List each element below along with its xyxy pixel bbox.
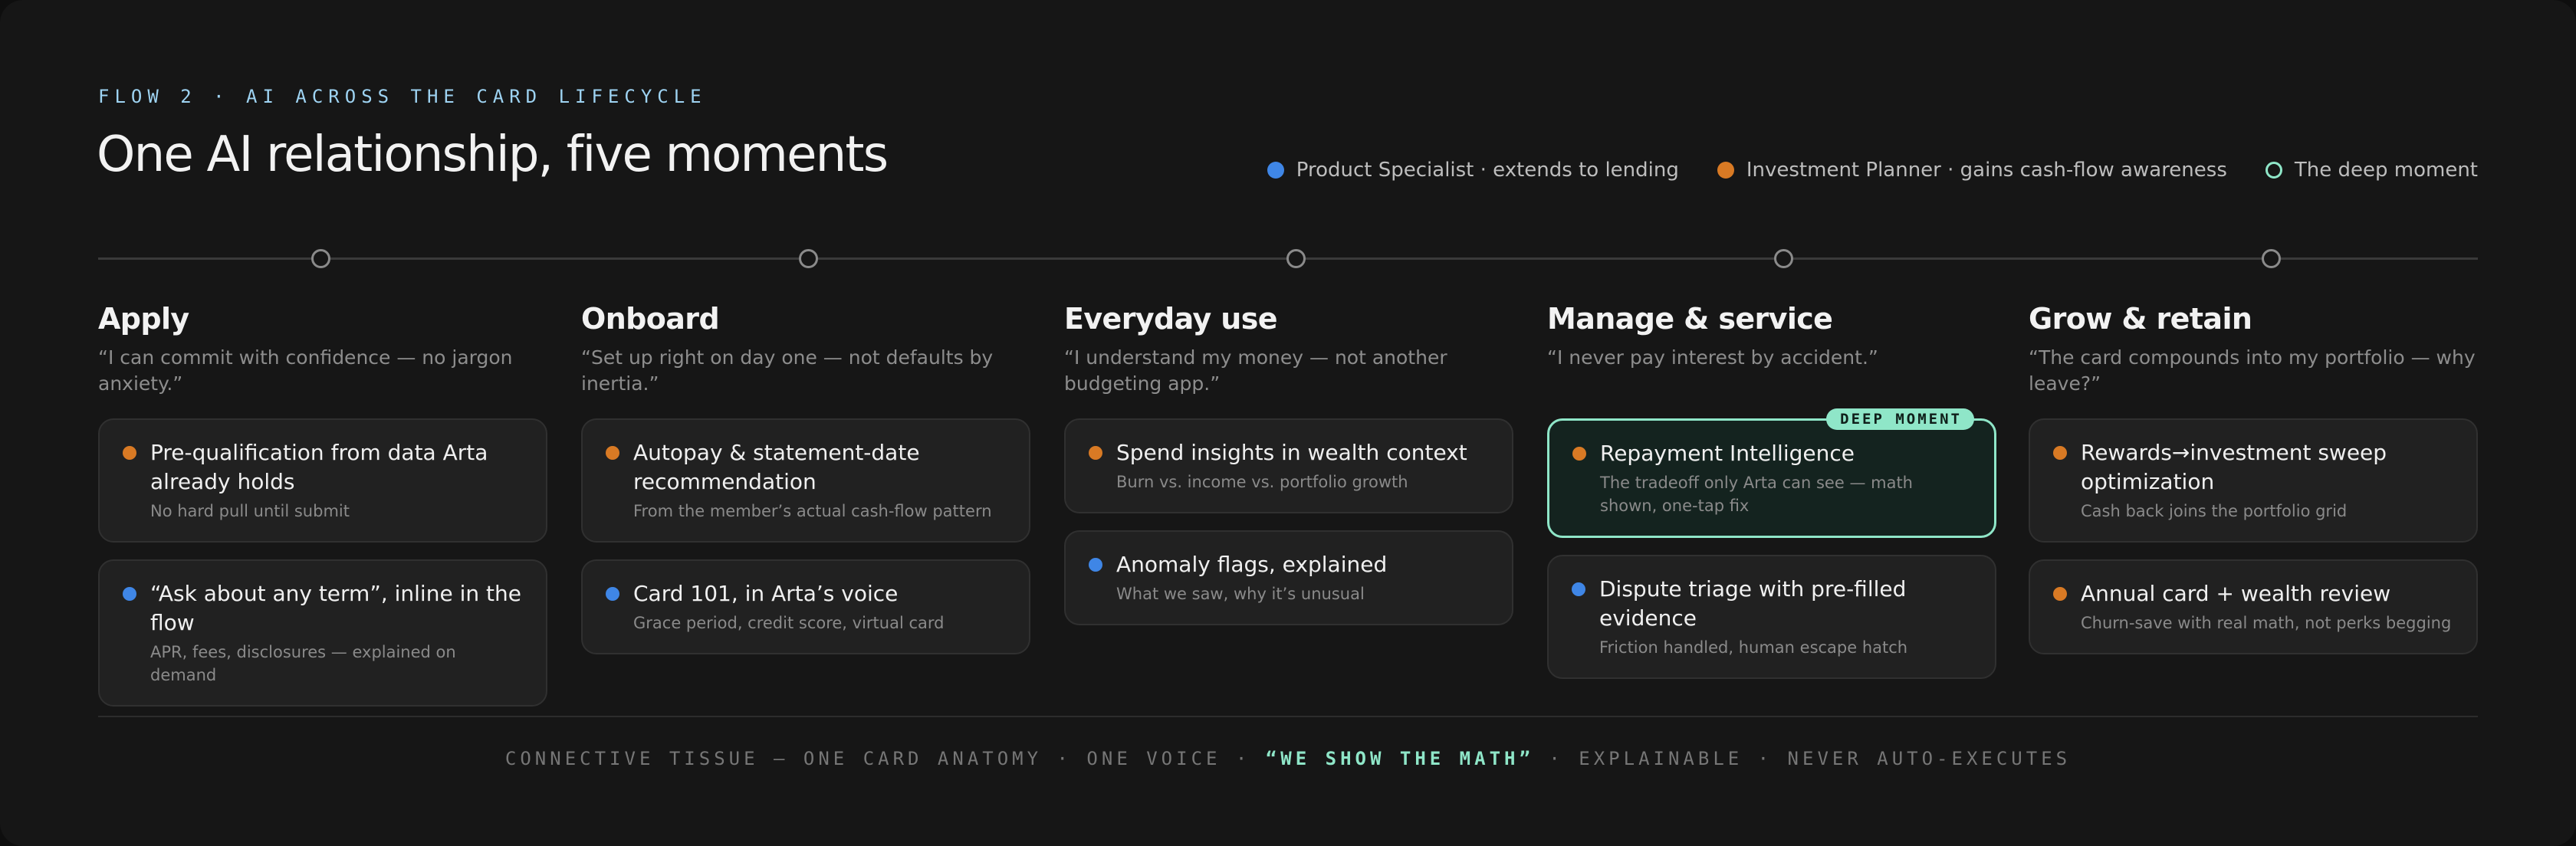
legend-label: Product Specialist · extends to lending bbox=[1296, 159, 1679, 182]
ring-icon bbox=[2265, 162, 2282, 179]
card-subtitle: APR, fees, disclosures — explained on de… bbox=[150, 643, 456, 684]
card-subtitle: Burn vs. income vs. portfolio growth bbox=[1116, 473, 1408, 491]
stage-manage-service: Manage & service “I never pay interest b… bbox=[1547, 300, 1996, 696]
footer-highlight: “WE SHOW THE MATH” bbox=[1265, 748, 1534, 769]
legend-item-product-specialist: Product Specialist · extends to lending bbox=[1267, 159, 1679, 182]
stage-title: Onboard bbox=[581, 302, 720, 336]
timeline-node-icon bbox=[799, 249, 818, 268]
card-subtitle: Friction handled, human escape hatch bbox=[1599, 638, 1908, 657]
footer-divider bbox=[98, 716, 2478, 717]
stage-title: Grow & retain bbox=[2029, 302, 2252, 336]
legend-label: Investment Planner · gains cash-flow awa… bbox=[1746, 159, 2227, 182]
moment-card[interactable]: Rewards→investment sweep optimization Ca… bbox=[2029, 418, 2478, 543]
orange-dot-icon bbox=[1717, 162, 1734, 179]
orange-dot-icon bbox=[2053, 587, 2067, 601]
moment-card[interactable]: Card 101, in Arta’s voice Grace period, … bbox=[581, 559, 1030, 654]
orange-dot-icon bbox=[123, 446, 136, 460]
deep-moment-badge: DEEP MOMENT bbox=[1826, 408, 1974, 430]
timeline-node-icon bbox=[1774, 249, 1793, 268]
legend-label: The deep moment bbox=[2294, 159, 2478, 182]
stage-quote: “Set up right on day one — not defaults … bbox=[581, 346, 994, 395]
stage-apply: Apply “I can commit with confidence — no… bbox=[98, 300, 547, 723]
moment-card[interactable]: “Ask about any term”, inline in the flow… bbox=[98, 559, 547, 707]
card-subtitle: What we saw, why it’s unusual bbox=[1116, 585, 1365, 603]
card-subtitle: Churn-save with real math, not perks beg… bbox=[2081, 614, 2452, 632]
card-title: Card 101, in Arta’s voice bbox=[633, 581, 899, 606]
timeline-node-icon bbox=[311, 249, 330, 268]
blue-dot-icon bbox=[1572, 582, 1585, 596]
card-subtitle: Cash back joins the portfolio grid bbox=[2081, 502, 2348, 520]
stage-onboard: Onboard “Set up right on day one — not d… bbox=[581, 300, 1030, 671]
card-title: Annual card + wealth review bbox=[2081, 581, 2391, 606]
timeline-node-icon bbox=[1286, 249, 1306, 268]
stage-quote: “I never pay interest by accident.” bbox=[1547, 346, 1878, 369]
stage-grow-retain: Grow & retain “The card compounds into m… bbox=[2029, 300, 2478, 671]
card-title: Dispute triage with pre-filled evidence bbox=[1599, 576, 1907, 631]
moment-card[interactable]: Pre-qualification from data Arta already… bbox=[98, 418, 547, 543]
orange-dot-icon bbox=[2053, 446, 2067, 460]
card-subtitle: Grace period, credit score, virtual card bbox=[633, 614, 945, 632]
card-subtitle: No hard pull until submit bbox=[150, 502, 350, 520]
stage-title: Apply bbox=[98, 302, 189, 336]
blue-dot-icon bbox=[1089, 558, 1102, 572]
moment-card[interactable]: Annual card + wealth review Churn-save w… bbox=[2029, 559, 2478, 654]
stage-title: Everyday use bbox=[1064, 302, 1278, 336]
timeline-node-icon bbox=[2262, 249, 2281, 268]
card-title: Spend insights in wealth context bbox=[1116, 440, 1467, 465]
card-title: Anomaly flags, explained bbox=[1116, 552, 1388, 577]
footer-tagline: CONNECTIVE TISSUE — ONE CARD ANATOMY · O… bbox=[0, 748, 2576, 769]
blue-dot-icon bbox=[606, 587, 619, 601]
moment-card[interactable]: Anomaly flags, explained What we saw, wh… bbox=[1064, 530, 1513, 625]
page-title: One AI relationship, five moments bbox=[97, 126, 889, 183]
blue-dot-icon bbox=[1267, 162, 1284, 179]
orange-dot-icon bbox=[606, 446, 619, 460]
stage-quote: “I can commit with confidence — no jargo… bbox=[98, 346, 513, 395]
stage-everyday-use: Everyday use “I understand my money — no… bbox=[1064, 300, 1513, 642]
card-title: Autopay & statement-date recommendation bbox=[633, 440, 920, 494]
legend-item-investment-planner: Investment Planner · gains cash-flow awa… bbox=[1717, 159, 2227, 182]
moment-card[interactable]: Autopay & statement-date recommendation … bbox=[581, 418, 1030, 543]
card-subtitle: From the member’s actual cash-flow patte… bbox=[633, 502, 992, 520]
footer-suffix: · EXPLAINABLE · NEVER AUTO-EXECUTES bbox=[1533, 748, 2072, 769]
stage-quote: “The card compounds into my portfolio — … bbox=[2029, 346, 2476, 395]
stage-title: Manage & service bbox=[1547, 302, 1833, 336]
card-subtitle: The tradeoff only Arta can see — math sh… bbox=[1600, 474, 1913, 515]
card-title: Pre-qualification from data Arta already… bbox=[150, 440, 488, 494]
legend-item-deep-moment: The deep moment bbox=[2265, 159, 2478, 182]
blue-dot-icon bbox=[123, 587, 136, 601]
moment-card[interactable]: Spend insights in wealth context Burn vs… bbox=[1064, 418, 1513, 513]
flow-slide: FLOW 2 · AI ACROSS THE CARD LIFECYCLE On… bbox=[0, 0, 2576, 846]
deep-moment-card[interactable]: DEEP MOMENT Repayment Intelligence The t… bbox=[1547, 408, 1996, 538]
footer-prefix: CONNECTIVE TISSUE — ONE CARD ANATOMY · O… bbox=[504, 748, 1266, 769]
moment-card[interactable]: Dispute triage with pre-filled evidence … bbox=[1547, 555, 1996, 679]
orange-dot-icon bbox=[1572, 447, 1586, 461]
card-title: “Ask about any term”, inline in the flow bbox=[150, 581, 521, 635]
card-title: Rewards→investment sweep optimization bbox=[2081, 440, 2387, 494]
legend: Product Specialist · extends to lending … bbox=[1267, 159, 2478, 182]
eyebrow-label: FLOW 2 · AI ACROSS THE CARD LIFECYCLE bbox=[98, 86, 707, 107]
stage-quote: “I understand my money — not another bud… bbox=[1064, 346, 1447, 395]
card-title: Repayment Intelligence bbox=[1600, 441, 1855, 466]
orange-dot-icon bbox=[1089, 446, 1102, 460]
